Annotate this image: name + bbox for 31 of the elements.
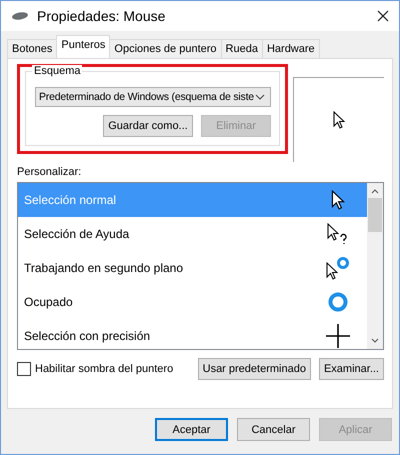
mouse-icon bbox=[11, 11, 29, 21]
cursor-list-item[interactable]: Trabajando en segundo plano bbox=[18, 251, 367, 285]
checkbox-label: Habilitar sombra del puntero bbox=[35, 363, 174, 375]
scroll-down-icon[interactable] bbox=[371, 338, 379, 343]
chevron-down-icon bbox=[255, 94, 265, 100]
close-icon[interactable] bbox=[377, 10, 389, 22]
arrow-cursor-icon bbox=[333, 111, 345, 129]
checkbox[interactable] bbox=[17, 362, 31, 376]
dialog-button[interactable]: Cancelar bbox=[237, 418, 310, 441]
cursor-button[interactable]: Examinar... bbox=[318, 358, 384, 380]
tab[interactable]: Botones bbox=[7, 39, 58, 58]
help-cursor-icon bbox=[327, 223, 349, 245]
group-label: Esquema bbox=[32, 65, 82, 77]
tab[interactable]: Punteros bbox=[56, 35, 110, 58]
busy-ring-icon bbox=[327, 291, 349, 313]
dialog-button[interactable]: Aceptar bbox=[155, 418, 228, 441]
cursor-list-item[interactable]: Selección con precisión bbox=[18, 319, 367, 349]
crosshair-icon bbox=[326, 324, 350, 348]
scrollbar[interactable] bbox=[367, 183, 383, 349]
cursor-list-item[interactable]: Selección de Ayuda bbox=[18, 217, 367, 251]
scroll-up-icon[interactable] bbox=[371, 189, 379, 194]
scroll-thumb[interactable] bbox=[368, 198, 382, 232]
working-cursor-icon bbox=[326, 256, 350, 280]
scheme-dropdown[interactable]: Predeterminado de Windows (esquema de siste bbox=[35, 87, 271, 107]
tab[interactable]: Hardware bbox=[262, 39, 320, 58]
arrow-cursor-icon bbox=[331, 190, 345, 210]
scheme-button[interactable]: Guardar como... bbox=[103, 115, 193, 137]
window-title: Propiedades: Mouse bbox=[37, 8, 166, 24]
cursor-button[interactable]: Usar predeterminado bbox=[198, 358, 311, 380]
cursor-list-item[interactable]: Ocupado bbox=[18, 285, 367, 319]
section-label: Personalizar: bbox=[17, 166, 82, 178]
